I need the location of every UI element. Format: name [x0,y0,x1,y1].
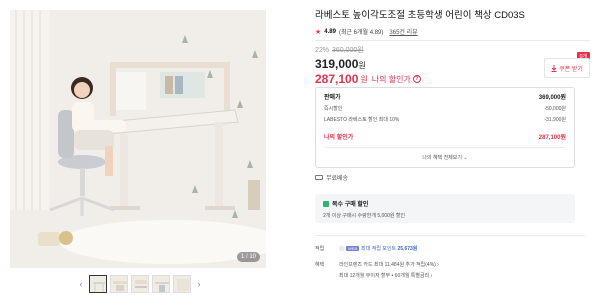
instant-discount-value: -50,000원 [544,106,566,112]
bulk-discount-icon [323,200,329,207]
view-all-benefits-link[interactable]: 나의 혜택 전체보기 ⌄ [316,154,574,161]
list-price-label: 판매가 [324,95,341,101]
divider [315,235,585,236]
shipping-row: 무료배송 [315,173,348,182]
product-photo [10,10,266,268]
card-discount-value: -31,900원 [544,117,566,123]
rating-score: 4.89 [324,28,336,35]
points-row: 적립 WEB 최대 적립 포인트 25,673원 [315,245,417,252]
divider [324,147,566,148]
instant-discount-label: 즉시할인 [324,106,343,112]
truck-icon [315,175,323,180]
coupon-download-button[interactable]: 쿠폰 받기 [544,58,590,78]
chevron-right-icon[interactable]: › [194,279,204,289]
product-title: 라베스토 높이각도조절 초등학생 어린이 책상 CD03S [315,10,525,21]
instant-discount-row: 즉시할인 -50,000원 [316,105,574,112]
shipping-text: 무료배송 [326,176,349,182]
coupon-label: 쿠폰 받기 [559,66,583,73]
sale-price-unit: 원 [358,61,366,70]
my-price-value: 287,100 [315,72,359,86]
card-benefit-row: 혜택 라인프렌즈 카드 최대 11,484원 추가 적립(4%) › 최대 12… [315,261,439,279]
download-icon [551,64,557,72]
card-discount-row: LABESTO 라베스토 할인 최대 10% -31,900원 [316,116,574,123]
my-price-unit: 원 [360,74,368,84]
my-price-summary-value: 287,100원 [538,135,566,141]
thumbnail-3[interactable] [131,275,149,293]
discount-rate: 22% [315,46,330,54]
list-price-row: 판매가 369,000원 [316,92,574,101]
original-price: 360,000원 [332,47,364,54]
my-price-summary-row: 나의 할인가 287,100원 [316,132,574,141]
card-benefit-line-2[interactable]: 최대 12개월 무이자 할부 • 60개월 특별금리 › [339,272,439,279]
bulk-discount-desc: 2개 이상 구매시 수량한개 5,000원 할인 [323,213,406,219]
info-circle-icon[interactable]: ? [412,75,421,83]
card-benefit-lines: 라인프렌즈 카드 최대 11,484원 추가 적립(4%) › 최대 12개월 … [339,261,439,279]
discount-row: 22% 360,000원 [315,45,590,55]
points-label: 적립 [315,246,325,252]
bulk-discount-box: 복수 구매 할인 2개 이상 구매시 수량한개 5,000원 할인 [315,194,575,223]
points-value: 25,673원 [397,246,418,252]
point-badge: WEB [346,246,360,251]
price-breakdown-box: 판매가 369,000원 즉시할인 -50,000원 LABESTO 라베스토 … [315,87,575,168]
list-price-value: 369,000원 [538,95,566,101]
sale-price-value: 319,000 [315,57,359,71]
my-price-label: 나의 할인가 [371,74,411,84]
rating-row: ★ 4.89 (최근 6개월 4.89) 365건 리뷰 [315,27,590,37]
thumbnail-5[interactable] [173,275,191,293]
thumbnail-strip: ‹ › [76,275,204,293]
card-benefit-label: 혜택 [315,262,325,268]
thumbnail-1[interactable] [89,275,107,293]
point-icon [339,246,344,252]
thumbnail-4[interactable] [152,275,170,293]
bulk-discount-title-text: 복수 구매 할인 [332,202,369,208]
points-text: 최대 적립 포인트 [361,246,397,252]
my-price-summary-label: 나의 할인가 [324,135,354,141]
thumbnail-2[interactable] [110,275,128,293]
divider [315,40,590,41]
card-discount-label: LABESTO 라베스토 할인 최대 10% [324,117,400,123]
image-counter: 1 / 10 [236,252,260,262]
points-detail[interactable]: WEB 최대 적립 포인트 25,673원 [339,245,417,252]
product-main-image[interactable]: 1 / 10 [10,10,266,268]
card-benefit-line-1[interactable]: 라인프렌즈 카드 최대 11,484원 추가 적립(4%) › [339,261,439,268]
rating-detail: (최근 6개월 4.89) [338,30,384,36]
review-link[interactable]: 365건 리뷰 [389,27,417,36]
chevron-left-icon[interactable]: ‹ [76,279,86,289]
bulk-discount-title: 복수 구매 할인 [323,199,567,208]
star-icon: ★ [315,28,322,36]
